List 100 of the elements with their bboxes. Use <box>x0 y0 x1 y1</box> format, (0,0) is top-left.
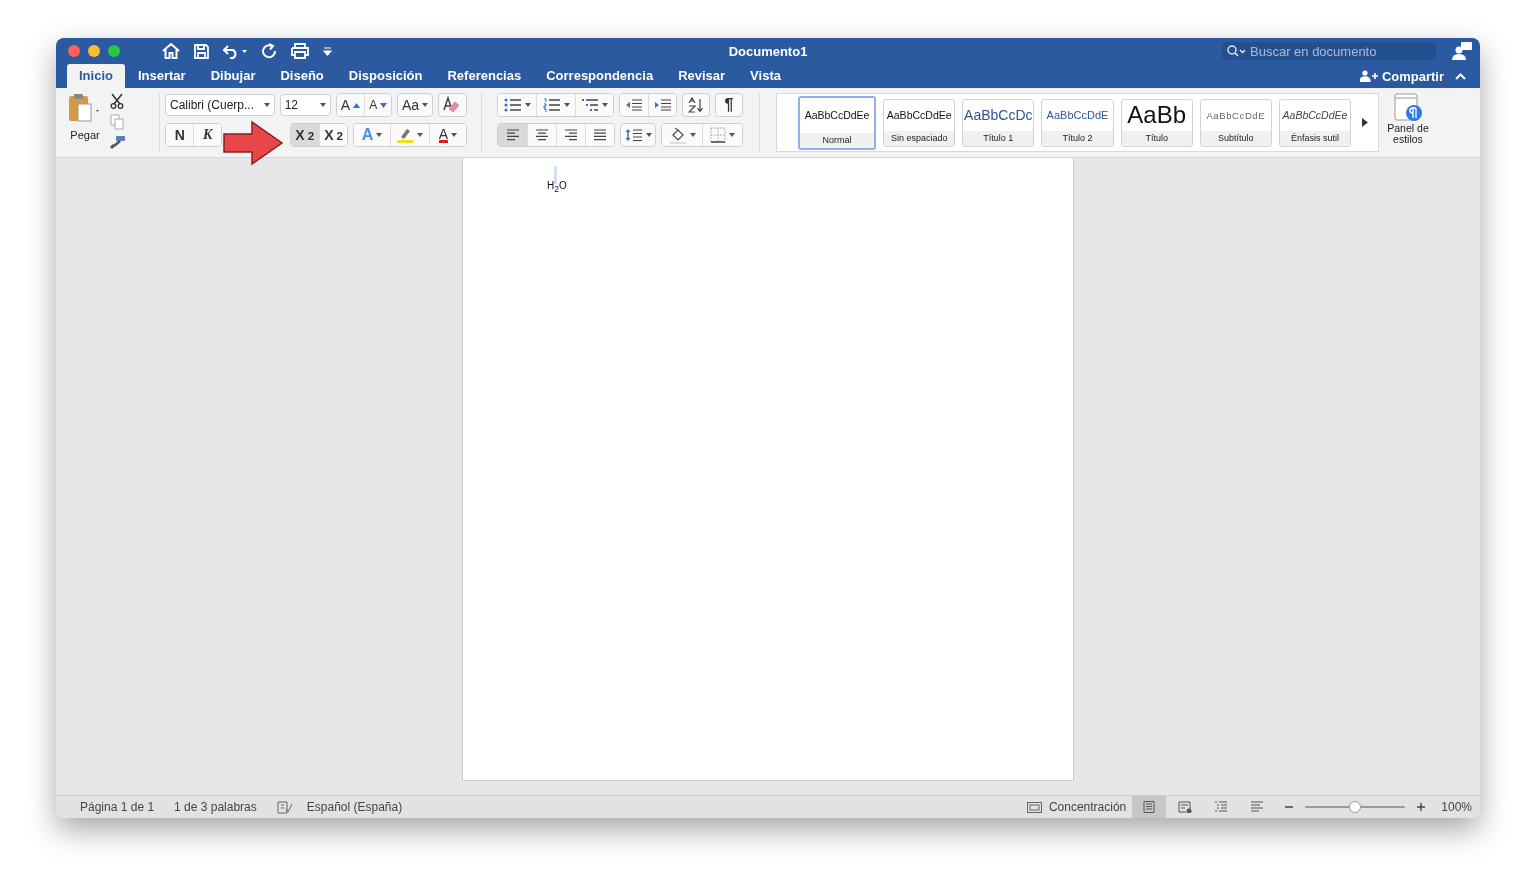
style-name: Título 1 <box>963 130 1034 146</box>
ribbon-tab[interactable]: Inicio <box>67 64 125 88</box>
text-cursor <box>554 166 557 184</box>
style-name: Normal <box>800 132 875 148</box>
style-tile[interactable]: AaBbCcDdEe Normal <box>798 95 877 150</box>
caret-icon <box>422 103 429 107</box>
document-text: H$_{2}$O <box>547 180 567 194</box>
style-preview: AaBbCcDdEe <box>804 108 870 123</box>
ribbon-tab[interactable]: Dibujar <box>198 64 268 88</box>
collapse-ribbon-icon[interactable] <box>1455 72 1466 80</box>
ribbon-tab[interactable]: Insertar <box>125 64 198 88</box>
style-tile[interactable]: AaBbCcDc Título 1 <box>962 98 1035 147</box>
increase-indent-button[interactable] <box>648 94 677 116</box>
feedback-icon[interactable] <box>1452 42 1472 60</box>
show-formatting-button[interactable]: ¶ <box>715 93 743 117</box>
cut-icon[interactable] <box>110 93 124 109</box>
caret-icon <box>729 133 735 137</box>
align-left-button[interactable] <box>498 124 527 146</box>
zoom-in-button[interactable] <box>1417 803 1426 811</box>
minus-icon <box>1285 806 1294 808</box>
ribbon-tab[interactable]: Correspondencia <box>534 64 666 88</box>
caret-icon <box>451 133 458 137</box>
justify-button[interactable] <box>585 124 614 146</box>
font-dropdown[interactable]: Calibri (Cuerp... <box>165 94 275 116</box>
style-tile[interactable]: AaBbCcDdE Título 2 <box>1041 98 1114 147</box>
page-count: Página 1 de 1 <box>80 800 155 814</box>
align-lines-icon <box>534 129 550 141</box>
search-field[interactable]: Buscar en documento <box>1222 42 1436 60</box>
align-lines-icon <box>504 129 521 141</box>
view-icon <box>1142 801 1157 813</box>
ribbon-tab[interactable]: Diseño <box>268 64 336 88</box>
ribbon-tab[interactable]: Referencias <box>435 64 534 88</box>
focus-icon <box>1026 801 1042 813</box>
print-icon[interactable] <box>291 43 309 59</box>
line-spacing-icon <box>624 128 643 142</box>
align-lines-icon <box>563 129 579 141</box>
ribbon-tab[interactable]: Vista <box>738 64 793 88</box>
styles-pane-icon <box>1394 93 1422 123</box>
font-size-dropdown[interactable]: 12 <box>279 94 331 116</box>
caret-icon <box>689 133 696 137</box>
home-icon[interactable] <box>162 43 180 59</box>
view-icon <box>1178 801 1193 813</box>
caret-icon <box>319 103 326 107</box>
view-icon <box>1214 801 1229 813</box>
caret-icon <box>645 133 652 137</box>
print-layout-button[interactable] <box>1132 796 1167 818</box>
change-case-button[interactable]: Aa <box>397 93 433 117</box>
style-name: Énfasis sutil <box>1279 130 1351 146</box>
ribbon-tab[interactable]: Disposición <box>336 64 435 88</box>
language-label[interactable]: Español (España) <box>306 800 403 814</box>
focus-button[interactable]: Concentración <box>1026 800 1127 814</box>
caret-icon <box>417 133 424 137</box>
shrink-font-button[interactable]: A <box>364 94 392 116</box>
sort-icon <box>688 97 705 113</box>
caret-icon <box>524 103 531 107</box>
search-icon <box>1227 45 1247 57</box>
caret-icon <box>563 103 570 107</box>
align-lines-icon <box>592 129 608 141</box>
style-tile[interactable]: AaBbCcDdE Subtítulo <box>1199 98 1272 147</box>
zoom-slider[interactable] <box>1305 801 1406 813</box>
view-icon <box>1250 801 1265 813</box>
style-tile[interactable]: AaBbCcDdEe Énfasis sutil <box>1278 98 1352 147</box>
pointer-arrow <box>222 120 284 166</box>
decrease-indent-icon <box>625 99 644 111</box>
zoom-button[interactable] <box>108 45 120 57</box>
style-preview: AaBbCcDc <box>964 106 1033 125</box>
word-count: 1 de 3 palabras <box>174 800 257 814</box>
zoom-percentage: 100% <box>1441 800 1472 814</box>
ribbon-tab[interactable]: Revisar <box>666 64 738 88</box>
add-person-icon <box>1359 70 1378 82</box>
style-name: Sin espaciado <box>884 130 955 146</box>
slider-thumb[interactable] <box>1349 801 1362 813</box>
customize-icon[interactable] <box>323 46 332 56</box>
more-styles-icon[interactable] <box>1362 118 1368 127</box>
share-button[interactable]: Compartir <box>1359 68 1444 84</box>
window-title: Documento1 <box>728 43 808 59</box>
sort-button[interactable] <box>682 93 711 117</box>
up-triangle-icon <box>353 102 361 108</box>
style-tile[interactable]: AaBb Título <box>1120 98 1193 147</box>
style-preview: AaBbCcDdEe <box>1282 108 1348 123</box>
plus-icon <box>1417 803 1426 811</box>
multilevel-list-button[interactable] <box>574 94 614 116</box>
styles-pane-button[interactable]: Panel de estilos <box>1383 93 1433 145</box>
proofing-icon[interactable] <box>276 800 293 814</box>
clear-formatting-button[interactable] <box>437 93 467 117</box>
italic-button[interactable]: K <box>193 124 221 146</box>
style-name: Título 2 <box>1042 130 1113 146</box>
borders-button[interactable] <box>702 124 742 146</box>
format-painter-icon[interactable] <box>110 135 126 149</box>
highlighter-icon <box>396 127 415 143</box>
minimize-button[interactable] <box>88 45 100 57</box>
redo-icon[interactable] <box>261 43 277 59</box>
clipboard-icon <box>68 93 102 125</box>
paste-button[interactable]: Pegar <box>68 93 102 152</box>
style-tile[interactable]: AaBbCcDdEe Sin espaciado <box>883 98 956 147</box>
undo-icon[interactable] <box>223 43 247 59</box>
style-name: Título <box>1121 130 1192 146</box>
line-spacing-button[interactable] <box>620 123 656 147</box>
font-color-button[interactable]: A <box>428 124 466 146</box>
save-icon[interactable] <box>194 43 209 59</box>
